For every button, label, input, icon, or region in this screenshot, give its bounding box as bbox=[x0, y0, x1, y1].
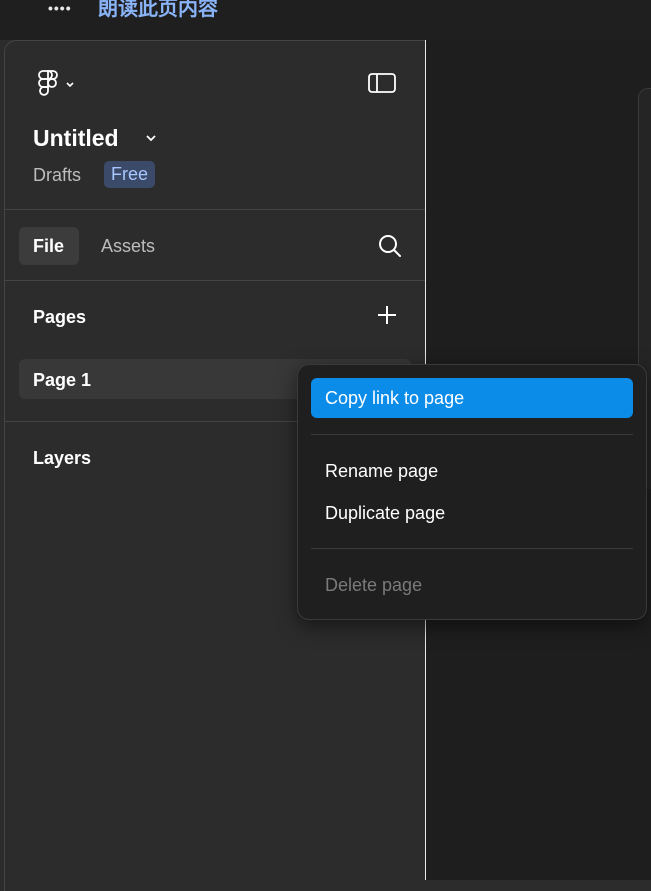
page-context-menu: Copy link to page Rename page Duplicate … bbox=[297, 364, 647, 620]
menu-separator bbox=[311, 548, 633, 549]
chevron-down-icon[interactable] bbox=[145, 133, 157, 143]
chevron-down-icon bbox=[66, 82, 74, 88]
tab-assets[interactable]: Assets bbox=[101, 236, 155, 257]
rename-page-menu-item[interactable]: Rename page bbox=[311, 451, 633, 491]
duplicate-page-menu-item[interactable]: Duplicate page bbox=[311, 493, 633, 533]
menu-dots-icon[interactable]: •••• bbox=[48, 0, 72, 16]
menu-item-label: Duplicate page bbox=[325, 503, 446, 523]
menu-item-label: Rename page bbox=[325, 461, 439, 481]
menu-item-label: Copy link to page bbox=[325, 388, 465, 408]
tab-file[interactable]: File bbox=[19, 227, 79, 265]
sidebar-toggle-icon[interactable] bbox=[367, 71, 397, 95]
plan-badge: Free bbox=[104, 161, 156, 188]
page-name: Page 1 bbox=[33, 370, 92, 390]
browser-top-strip: •••• 朗读此页内容 bbox=[0, 0, 651, 40]
divider bbox=[5, 280, 426, 281]
menu-item-label: Delete page bbox=[325, 575, 423, 595]
file-location[interactable]: Drafts bbox=[33, 165, 81, 186]
search-icon[interactable] bbox=[377, 233, 403, 259]
menu-separator bbox=[311, 434, 633, 435]
plus-icon[interactable] bbox=[375, 303, 399, 327]
read-aloud-text[interactable]: 朗读此页内容 bbox=[98, 0, 218, 21]
copy-link-menu-item[interactable]: Copy link to page bbox=[311, 378, 633, 418]
tab-file-label: File bbox=[33, 236, 65, 256]
figma-logo-icon[interactable] bbox=[35, 69, 75, 101]
file-title[interactable]: Untitled bbox=[33, 125, 119, 152]
divider bbox=[5, 209, 426, 210]
delete-page-menu-item: Delete page bbox=[311, 565, 633, 605]
pages-heading: Pages bbox=[33, 307, 87, 327]
layers-heading: Layers bbox=[33, 448, 92, 468]
